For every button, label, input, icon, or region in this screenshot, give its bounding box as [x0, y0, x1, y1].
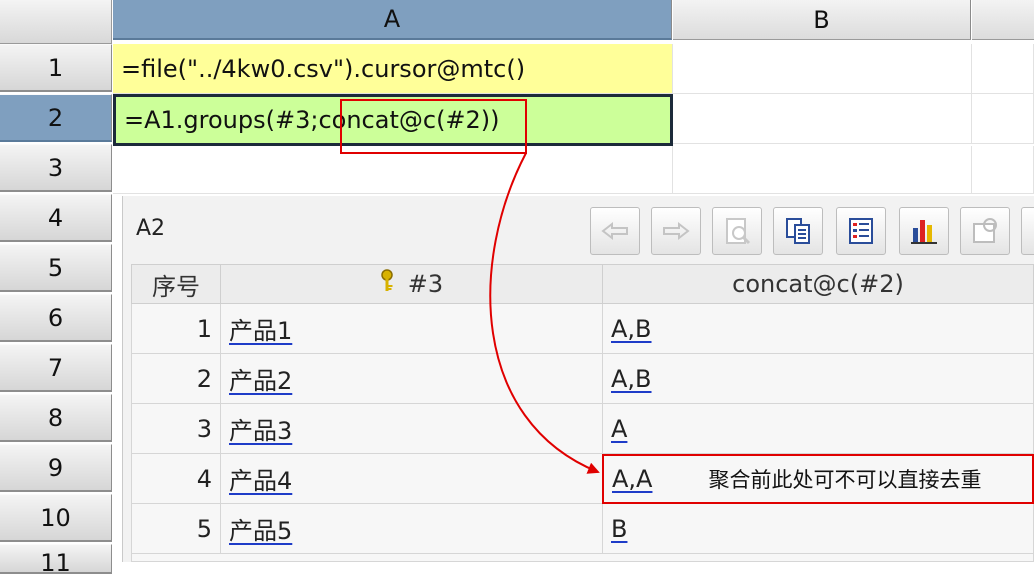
- annotation-box: [340, 99, 527, 154]
- annotation-arrow: [489, 152, 600, 474]
- annotation-overlay: [340, 99, 600, 474]
